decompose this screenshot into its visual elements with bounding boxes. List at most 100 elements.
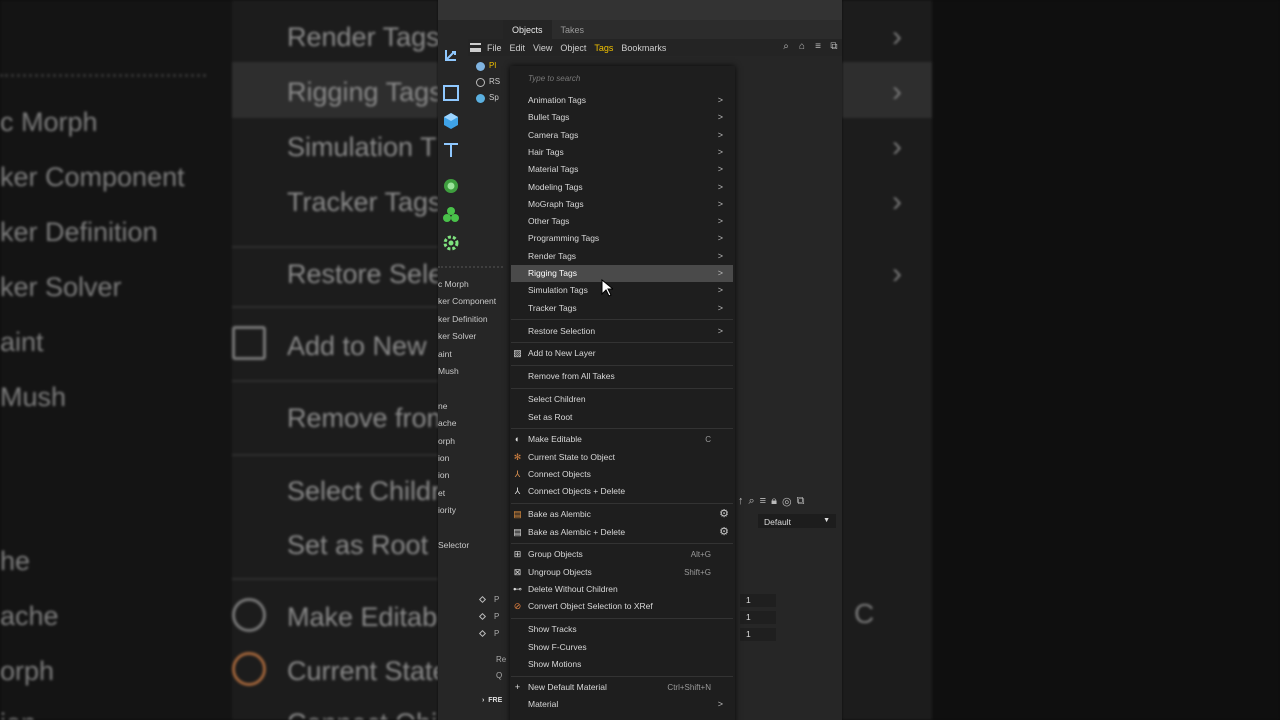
- param-row[interactable]: P: [478, 595, 499, 604]
- menu-item-restore-selection[interactable]: Restore Selection >: [511, 323, 733, 340]
- tag-list-item[interactable]: ker Definition: [438, 311, 508, 328]
- number-field[interactable]: 1: [740, 628, 776, 641]
- background-menu-text: Rigging Tags: [287, 77, 438, 107]
- menu-item-label: Convert Object Selection to XRef: [528, 601, 653, 612]
- menu-item-bake-as-alembic[interactable]: ▤ Bake as Alembic ⚙: [511, 506, 733, 523]
- cloner-icon[interactable]: [442, 206, 460, 224]
- menu-object[interactable]: Object: [560, 43, 586, 53]
- tag-list-item[interactable]: et: [438, 485, 508, 502]
- new-window-icon[interactable]: ⧉: [797, 495, 805, 508]
- menu-tags[interactable]: Tags: [594, 43, 613, 53]
- move-tool-icon[interactable]: [442, 48, 460, 66]
- menu-item-convert-object-selection-to-xref[interactable]: ⊘ Convert Object Selection to XRef: [511, 598, 733, 615]
- menu-item-material-tags[interactable]: Material Tags >: [511, 161, 733, 178]
- tag-list-item[interactable]: c Morph: [438, 276, 508, 293]
- section-header[interactable]: › FRE: [482, 697, 502, 704]
- menu-item-simulation-tags[interactable]: Simulation Tags >: [511, 282, 733, 299]
- menu-item-show-tracks[interactable]: Show Tracks: [511, 621, 733, 638]
- menu-item-material[interactable]: Material >: [511, 696, 733, 713]
- tag-list-item[interactable]: [438, 380, 508, 397]
- keyframe-diamond-icon[interactable]: [478, 595, 487, 604]
- menu-item-group-objects[interactable]: ⊞ Group Objects Alt+G: [511, 546, 733, 563]
- menu-item-add-to-new-layer[interactable]: ▨ Add to New Layer: [511, 345, 733, 362]
- keyframe-diamond-icon[interactable]: [478, 612, 487, 621]
- home-icon[interactable]: ⌂: [796, 41, 808, 53]
- background-menu-text: Set as Root: [287, 530, 429, 560]
- tag-list-item[interactable]: aint: [438, 346, 508, 363]
- menu-item-render-tags[interactable]: Render Tags >: [511, 248, 733, 265]
- filter-icon[interactable]: ≡: [760, 495, 766, 508]
- menu-item-select-children[interactable]: Select Children: [511, 391, 733, 408]
- tag-list-item[interactable]: [438, 519, 508, 536]
- menu-edit[interactable]: Edit: [510, 43, 526, 53]
- keyframe-diamond-icon[interactable]: [478, 629, 487, 638]
- tool-strip: [438, 40, 464, 264]
- tag-list-item[interactable]: Selector: [438, 537, 508, 554]
- tag-list-item[interactable]: ion: [438, 450, 508, 467]
- number-field[interactable]: 1: [740, 594, 776, 607]
- menu-item-remove-from-all-takes[interactable]: Remove from All Takes: [511, 368, 733, 385]
- gear-icon[interactable]: ⚙: [719, 506, 729, 523]
- tag-list-item[interactable]: ker Component: [438, 293, 508, 310]
- menu-item-ungroup-objects[interactable]: ⊠ Ungroup Objects Shift+G: [511, 564, 733, 581]
- gear-icon[interactable]: ⚙: [719, 524, 729, 541]
- menu-item-connect-objects-delete[interactable]: ⅄ Connect Objects + Delete: [511, 483, 733, 500]
- up-arrow-icon[interactable]: ↑: [738, 495, 744, 508]
- menu-bookmarks[interactable]: Bookmarks: [621, 43, 666, 53]
- tag-list-item[interactable]: iority: [438, 502, 508, 519]
- menu-item-camera-tags[interactable]: Camera Tags >: [511, 127, 733, 144]
- cube-select-icon[interactable]: [442, 84, 460, 102]
- lock-icon[interactable]: 🔒︎: [771, 495, 777, 508]
- tag-list-item[interactable]: Mush: [438, 363, 508, 380]
- menu-item-tracker-tags[interactable]: Tracker Tags >: [511, 300, 733, 317]
- menu-item-connect-objects[interactable]: ⅄ Connect Objects: [511, 466, 733, 483]
- menu-item-set-as-root[interactable]: Set as Root: [511, 409, 733, 426]
- menu-view[interactable]: View: [533, 43, 552, 53]
- text-icon[interactable]: [442, 141, 460, 159]
- background-separator: [232, 306, 438, 308]
- menu-item-programming-tags[interactable]: Programming Tags >: [511, 230, 733, 247]
- menu-item-current-state-to-object[interactable]: ✻ Current State to Object: [511, 449, 733, 466]
- menu-item-label: Material: [528, 699, 559, 709]
- cube-icon[interactable]: [442, 112, 460, 130]
- menu-item-bake-as-alembic-delete[interactable]: ▤ Bake as Alembic + Delete ⚙: [511, 524, 733, 541]
- menu-item-make-editable[interactable]: ◐ Make Editable C: [511, 431, 733, 448]
- object-icon: [476, 93, 485, 103]
- plus-icon: +: [514, 681, 521, 692]
- deformer-gear-icon[interactable]: [442, 234, 460, 252]
- menu-separator: [511, 365, 733, 367]
- tag-list-item[interactable]: ion: [438, 467, 508, 484]
- menu-separator: [511, 319, 733, 321]
- menu-file[interactable]: File: [487, 43, 502, 53]
- filter-icon[interactable]: ≡: [812, 41, 824, 53]
- param-row[interactable]: P: [478, 612, 499, 621]
- search-icon[interactable]: ⌕: [780, 41, 792, 53]
- number-field[interactable]: 1: [740, 611, 776, 624]
- new-window-icon[interactable]: ⧉: [828, 41, 840, 53]
- menu-search-input[interactable]: Type to search: [528, 74, 580, 83]
- menu-item-label: Connect Objects + Delete: [528, 486, 626, 497]
- param-row[interactable]: P: [478, 629, 499, 638]
- menu-item-mograph-tags[interactable]: MoGraph Tags >: [511, 196, 733, 213]
- mode-select[interactable]: Default ▼: [758, 514, 836, 528]
- tab-objects[interactable]: Objects: [503, 20, 552, 39]
- tag-list-item[interactable]: ache: [438, 415, 508, 432]
- tag-list-item[interactable]: ne: [438, 398, 508, 415]
- hamburger-icon[interactable]: [470, 43, 481, 52]
- menu-item-show-f-curves[interactable]: Show F-Curves: [511, 639, 733, 656]
- menu-item-animation-tags[interactable]: Animation Tags >: [511, 92, 733, 109]
- menu-item-hair-tags[interactable]: Hair Tags >: [511, 144, 733, 161]
- menu-item-delete-without-children[interactable]: ⊷ Delete Without Children: [511, 581, 733, 598]
- menu-item-show-motions[interactable]: Show Motions: [511, 656, 733, 673]
- target-icon[interactable]: ◎: [782, 495, 792, 508]
- menu-item-modeling-tags[interactable]: Modeling Tags >: [511, 179, 733, 196]
- tag-list-item[interactable]: orph: [438, 433, 508, 450]
- menu-item-rigging-tags[interactable]: Rigging Tags >: [511, 265, 733, 283]
- menu-item-new-default-material[interactable]: + New Default Material Ctrl+Shift+N: [511, 679, 733, 696]
- tab-takes[interactable]: Takes: [552, 20, 594, 39]
- menu-item-other-tags[interactable]: Other Tags >: [511, 213, 733, 230]
- generator-icon[interactable]: [442, 177, 460, 195]
- tag-list-item[interactable]: ker Solver: [438, 328, 508, 345]
- menu-item-bullet-tags[interactable]: Bullet Tags >: [511, 109, 733, 126]
- search-icon[interactable]: ⌕: [749, 495, 755, 508]
